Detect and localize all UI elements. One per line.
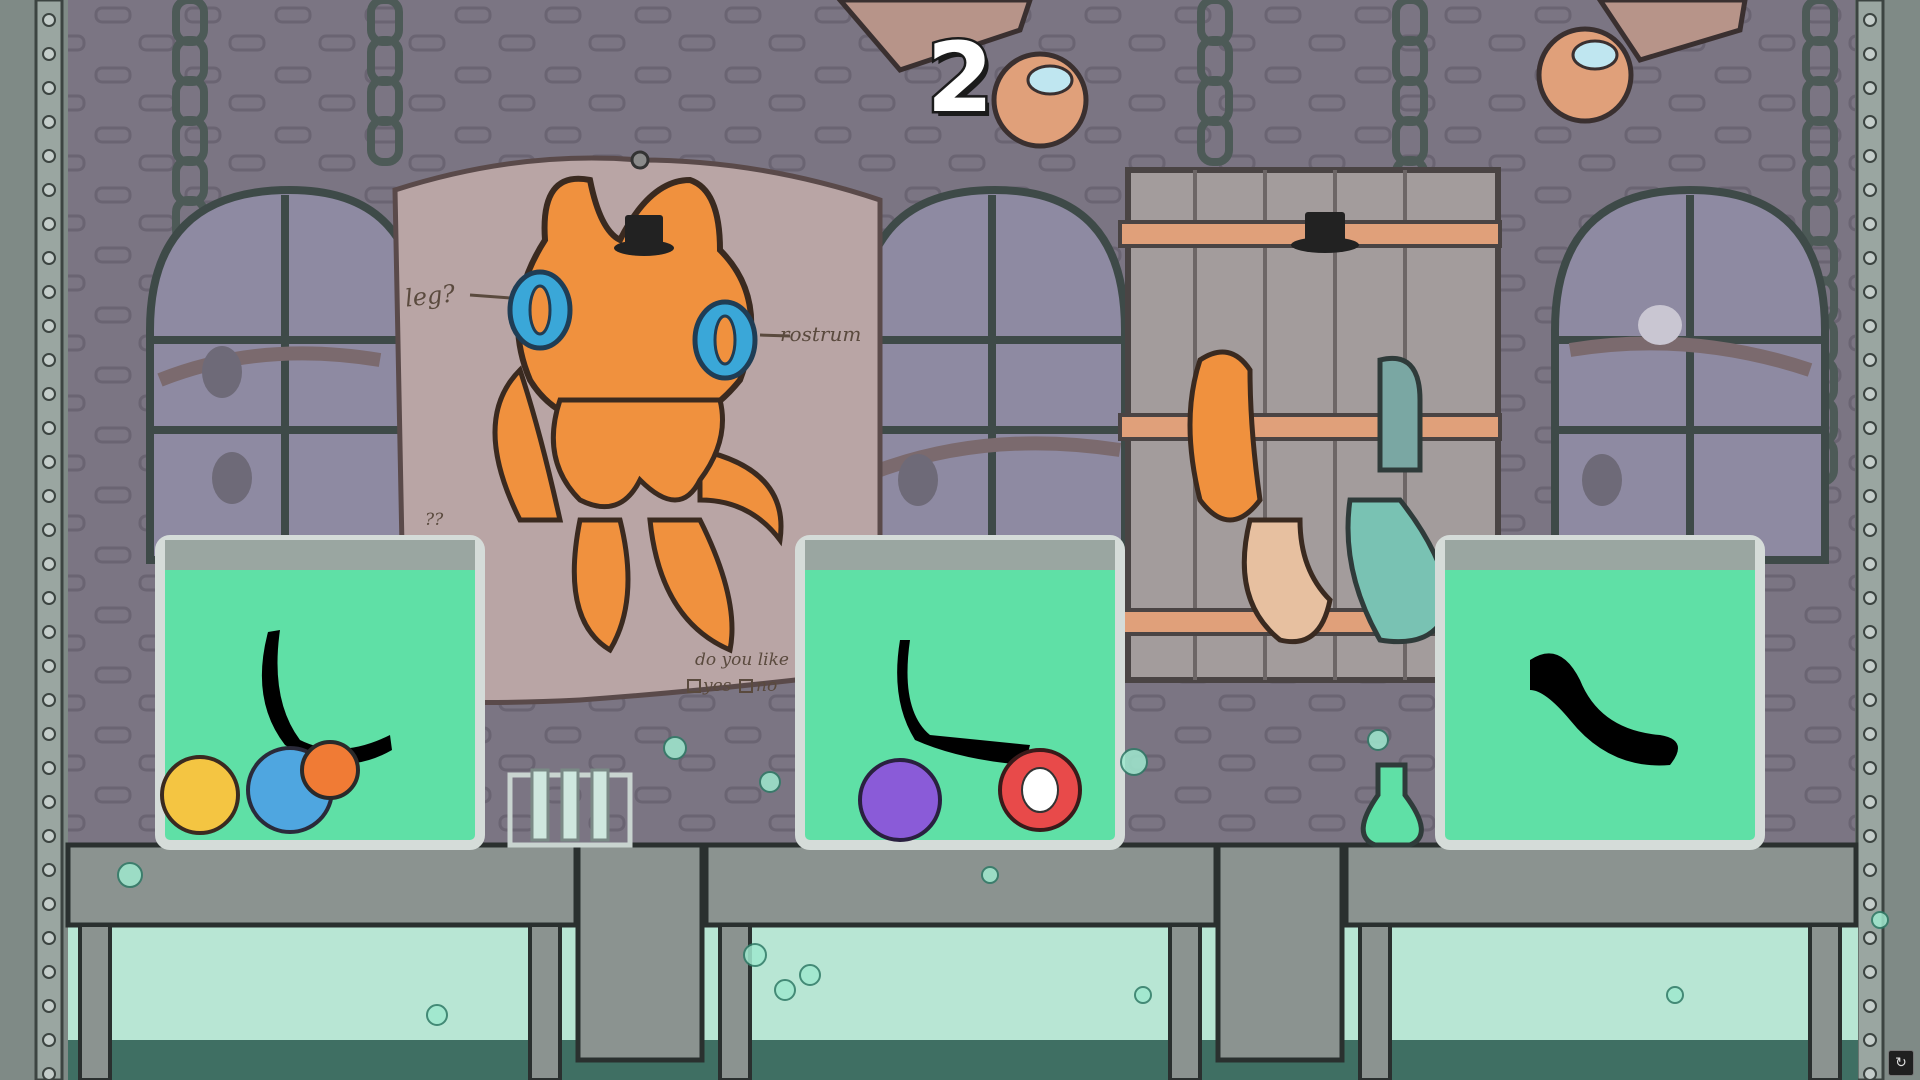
scene-art bbox=[0, 0, 1920, 1080]
rivet bbox=[42, 455, 56, 469]
bubble bbox=[1367, 729, 1389, 751]
rivet bbox=[1863, 795, 1877, 809]
rivet bbox=[1863, 115, 1877, 129]
replay-icon[interactable]: ↻ bbox=[1888, 1050, 1914, 1076]
rivet bbox=[42, 13, 56, 27]
game-scene: 2 leg? rostrum ?? do you like yes no ↻ bbox=[0, 0, 1920, 1080]
bubble bbox=[426, 1004, 448, 1026]
rivet bbox=[1863, 149, 1877, 163]
rivet bbox=[42, 625, 56, 639]
rivet bbox=[42, 81, 56, 95]
window-right bbox=[1551, 185, 1829, 564]
rivet bbox=[1863, 489, 1877, 503]
rivet bbox=[1863, 47, 1877, 61]
rivet bbox=[42, 591, 56, 605]
rivet bbox=[1863, 285, 1877, 299]
rivet bbox=[1863, 251, 1877, 265]
rivet bbox=[42, 761, 56, 775]
rivet bbox=[42, 863, 56, 877]
poster-question: do you like bbox=[695, 650, 789, 670]
rivet bbox=[42, 217, 56, 231]
rivet bbox=[1863, 863, 1877, 877]
rivet bbox=[1863, 1033, 1877, 1047]
rivet bbox=[42, 149, 56, 163]
poster-option-yes: yes bbox=[703, 676, 732, 696]
tank-right[interactable] bbox=[1435, 535, 1765, 850]
round-countdown: 2 bbox=[924, 22, 996, 134]
rivet bbox=[1863, 421, 1877, 435]
bubble bbox=[1134, 986, 1152, 1004]
rivet bbox=[1863, 81, 1877, 95]
rivet bbox=[1863, 13, 1877, 27]
rivet bbox=[1863, 455, 1877, 469]
poster-option-no: no bbox=[756, 676, 778, 696]
rivet bbox=[1863, 557, 1877, 571]
rivet bbox=[1863, 727, 1877, 741]
bubble bbox=[663, 736, 687, 760]
window-left bbox=[146, 185, 424, 564]
bubble bbox=[1120, 748, 1148, 776]
rivet bbox=[42, 523, 56, 537]
rivet bbox=[42, 557, 56, 571]
rivet bbox=[1863, 1067, 1877, 1080]
rivet bbox=[1863, 999, 1877, 1013]
rivet bbox=[1863, 897, 1877, 911]
bubble bbox=[774, 979, 796, 1001]
bubble bbox=[117, 862, 143, 888]
lab-tables bbox=[65, 842, 1859, 1080]
rivet bbox=[1863, 829, 1877, 843]
bubble bbox=[759, 771, 781, 793]
rivet bbox=[1863, 693, 1877, 707]
rivet bbox=[42, 897, 56, 911]
poster-label-rostrum: rostrum bbox=[780, 322, 862, 346]
rivet bbox=[1863, 591, 1877, 605]
rivet bbox=[42, 183, 56, 197]
rivet bbox=[42, 285, 56, 299]
rivet bbox=[42, 353, 56, 367]
rivet bbox=[1863, 659, 1877, 673]
poster-label-unknown: ?? bbox=[425, 510, 444, 530]
rivet bbox=[42, 1033, 56, 1047]
bubble bbox=[743, 943, 767, 967]
rivet bbox=[42, 115, 56, 129]
rivet bbox=[42, 251, 56, 265]
rivet bbox=[1863, 183, 1877, 197]
rivet bbox=[1863, 965, 1877, 979]
rivet bbox=[42, 999, 56, 1013]
poster-label-leg: leg? bbox=[403, 279, 457, 313]
window-middle bbox=[856, 185, 1129, 564]
rivet bbox=[1863, 319, 1877, 333]
rivet bbox=[42, 421, 56, 435]
rivet bbox=[42, 727, 56, 741]
rivet bbox=[1863, 625, 1877, 639]
bubble bbox=[1666, 986, 1684, 1004]
rivet bbox=[1863, 931, 1877, 945]
rivet bbox=[42, 47, 56, 61]
rivet bbox=[42, 659, 56, 673]
rivet bbox=[42, 931, 56, 945]
bubble bbox=[1871, 911, 1889, 929]
rivet bbox=[42, 489, 56, 503]
bubble bbox=[799, 964, 821, 986]
rivet bbox=[1863, 353, 1877, 367]
bubble bbox=[981, 866, 999, 884]
rivet bbox=[42, 387, 56, 401]
rivet bbox=[42, 795, 56, 809]
rivet bbox=[1863, 387, 1877, 401]
left-rail bbox=[0, 0, 68, 1080]
rivet bbox=[42, 829, 56, 843]
rivet bbox=[1863, 523, 1877, 537]
rivet bbox=[1863, 217, 1877, 231]
rivet bbox=[42, 319, 56, 333]
rivet bbox=[42, 965, 56, 979]
rivet bbox=[42, 1067, 56, 1080]
rivet bbox=[42, 693, 56, 707]
rivet bbox=[1863, 761, 1877, 775]
